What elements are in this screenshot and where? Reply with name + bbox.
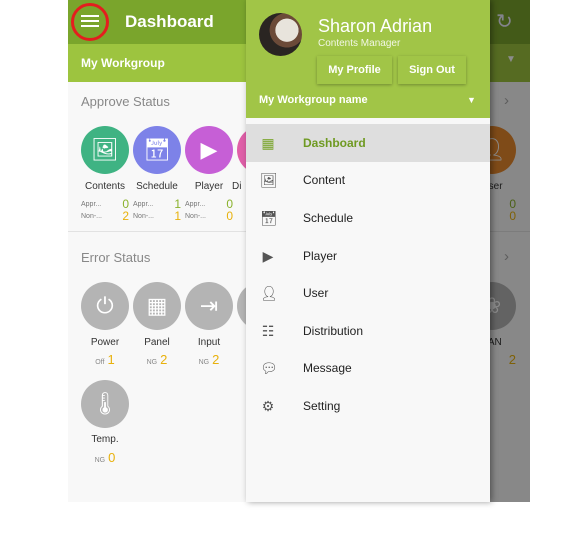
menu-item-setting[interactable]: ⚙ Setting (246, 387, 490, 425)
player-approved: Appr... 0 (185, 197, 233, 211)
calendar-icon: 📅︎ (143, 137, 171, 162)
contents-label: Contents (84, 181, 126, 192)
sign-out-button[interactable]: Sign Out (398, 56, 466, 84)
player-non: Non-... 0 (185, 209, 233, 223)
panel-icon: ▦ (146, 293, 168, 318)
temp-circle[interactable]: 🌡︎ (81, 380, 129, 428)
drawer-menu: ▦ Dashboard 🖼︎ Content 📅︎ Schedule ▶ Player … (246, 124, 490, 425)
message-icon: 💬︎ (260, 360, 278, 377)
user-icon: 👤︎ (260, 285, 278, 302)
schedule-circle[interactable]: 📅︎ (133, 126, 181, 174)
page-title: Dashboard (125, 12, 214, 31)
dashboard-icon: ▦ (261, 134, 275, 151)
schedule-label: Schedule (136, 181, 178, 192)
content-icon: 🖼︎ (260, 172, 278, 189)
my-profile-button[interactable]: My Profile (317, 56, 392, 84)
menu-item-distribution[interactable]: ☷ Distribution (246, 312, 490, 350)
user-role: Contents Manager (318, 38, 401, 49)
chevron-down-icon[interactable]: ▼ (467, 95, 476, 105)
menu-item-message[interactable]: 💬︎ Message (246, 350, 490, 388)
workgroup-label: My Workgroup (81, 56, 165, 70)
contents-non: Non-... 2 (81, 209, 129, 223)
panel-value: NG 2 (146, 352, 168, 367)
input-icon: ⇥ (199, 293, 219, 318)
player-icon: ▶ (262, 247, 274, 264)
power-circle[interactable]: ⏻ (81, 282, 129, 330)
temp-label: Temp. (91, 434, 119, 445)
thermometer-icon: 🌡︎ (91, 391, 119, 416)
user-name: Sharon Adrian (318, 16, 433, 36)
power-value: Off 1 (95, 352, 115, 367)
approve-status-title: Approve Status (81, 94, 170, 109)
menu-item-player[interactable]: ▶ Player (246, 237, 490, 275)
player-icon: ▶ (200, 137, 218, 162)
highlight-ring (71, 3, 109, 41)
schedule-non: Non-... 1 (133, 209, 181, 223)
distribution-icon: ☷ (261, 322, 275, 339)
menu-item-content[interactable]: 🖼︎ Content (246, 162, 490, 200)
workgroup-select[interactable]: My Workgroup name (259, 94, 368, 106)
image-icon: 🖼︎ (91, 137, 119, 162)
menu-item-dashboard[interactable]: ▦ Dashboard (246, 124, 490, 162)
navigation-drawer: Sharon Adrian Contents Manager My Profil… (246, 0, 490, 502)
temp-value: NG 0 (94, 450, 116, 465)
player-circle[interactable]: ▶ (185, 126, 233, 174)
panel-circle[interactable]: ▦ (133, 282, 181, 330)
schedule-icon: 📅︎ (260, 209, 278, 226)
error-status-title: Error Status (81, 250, 151, 265)
power-icon: ⏻ (96, 293, 114, 318)
input-circle[interactable]: ⇥ (185, 282, 233, 330)
power-label: Power (90, 337, 120, 348)
schedule-approved: Appr... 1 (133, 197, 181, 211)
setting-icon: ⚙ (261, 397, 275, 414)
panel-label: Panel (144, 337, 170, 348)
player-label: Player (194, 181, 224, 192)
menu-item-user[interactable]: 👤︎ User (246, 274, 490, 312)
input-label: Input (197, 337, 221, 348)
menu-item-schedule[interactable]: 📅︎ Schedule (246, 199, 490, 237)
drawer-header: Sharon Adrian Contents Manager My Profil… (246, 0, 490, 118)
contents-approved: Appr... 0 (81, 197, 129, 211)
contents-circle[interactable]: 🖼︎ (81, 126, 129, 174)
input-value: NG 2 (198, 352, 220, 367)
avatar (259, 13, 302, 56)
